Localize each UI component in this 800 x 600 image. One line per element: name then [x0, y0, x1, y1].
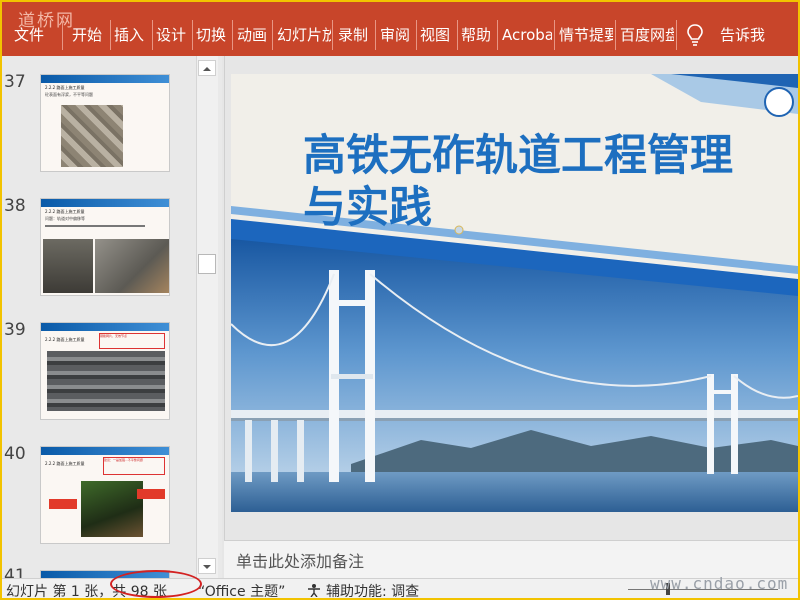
thumbnail-heading: 2.2.2 路面上施工质量 — [45, 337, 85, 342]
tab-separator — [152, 20, 153, 50]
tab-file[interactable]: 文件 — [14, 22, 50, 48]
notes-pane[interactable]: 单击此处添加备注 — [224, 540, 798, 578]
lightbulb-icon[interactable] — [686, 24, 704, 46]
thumbnail-photo — [43, 239, 93, 293]
tab-separator — [676, 20, 677, 50]
tab-separator — [457, 20, 458, 50]
tab-separator — [554, 20, 555, 50]
slide-thumbnail-39[interactable]: 2.2.2 路面上施工质量 钢筋网片，无效节点 — [40, 322, 170, 420]
thumbnail-photo — [47, 351, 165, 411]
tab-slideshow[interactable]: 幻灯片放 — [277, 22, 331, 48]
slide-thumbnails-pane: 37 2.2.2 路面上施工质量 砼表面有浮浆，不平等问题 38 2.2.2 路… — [2, 56, 222, 590]
slide-thumbnail-40[interactable]: 2.2.2 路面上施工质量 建议：一是加强...不平整问题 — [40, 446, 170, 544]
thumbnail-scrollbar[interactable] — [196, 56, 218, 578]
tab-acrobat[interactable]: Acrobat — [502, 22, 552, 48]
tab-separator — [615, 20, 616, 50]
tab-storyboard[interactable]: 情节提要 — [559, 22, 613, 48]
accessibility-icon[interactable] — [306, 583, 322, 597]
tab-record[interactable]: 录制 — [338, 22, 372, 48]
thumbnail-header-bar — [41, 75, 169, 83]
thumbnail-heading: 2.2.2 路面上施工质量 — [45, 209, 85, 214]
thumbnail-header-bar — [41, 323, 169, 331]
thumbnail-number: 37 — [4, 72, 26, 92]
tab-review[interactable]: 审阅 — [380, 22, 414, 48]
tab-design[interactable]: 设计 — [156, 22, 192, 48]
tab-separator — [497, 20, 498, 50]
current-slide[interactable]: 高铁无砟轨道工程管理 与实践 — [231, 74, 798, 512]
tab-separator — [62, 20, 63, 50]
thumbnail-number: 39 — [4, 320, 26, 340]
thumbnail-header-bar — [41, 447, 169, 455]
tab-animations[interactable]: 动画 — [237, 22, 271, 48]
accessibility-status[interactable]: 辅助功能: 调查 — [326, 581, 419, 598]
tab-baidu-netdisk[interactable]: 百度网盘 — [620, 22, 674, 48]
tab-separator — [332, 20, 333, 50]
thumbnail-photo — [81, 481, 143, 537]
thumbnail-callout: 建议：一是加强...不平整问题 — [103, 457, 165, 475]
chevron-down-icon — [203, 565, 211, 569]
tab-separator — [232, 20, 233, 50]
tab-insert[interactable]: 插入 — [114, 22, 150, 48]
thumbnail-label-box — [137, 489, 165, 499]
slide-title-line-2: 与实践 — [303, 183, 432, 233]
tell-me-search[interactable]: 告诉我 — [720, 22, 780, 48]
scroll-down-button[interactable] — [198, 558, 216, 574]
tab-view[interactable]: 视图 — [420, 22, 454, 48]
thumbnail-text-line — [45, 225, 145, 227]
tab-separator — [272, 20, 273, 50]
chevron-up-icon — [203, 67, 211, 71]
slide-title[interactable]: 高铁无砟轨道工程管理 与实践 — [303, 130, 733, 234]
thumbnail-photo — [61, 105, 123, 167]
notes-placeholder: 单击此处添加备注 — [236, 552, 365, 571]
thumbnail-heading: 2.2.2 路面上施工质量 — [45, 85, 85, 90]
slide-thumbnail-37[interactable]: 2.2.2 路面上施工质量 砼表面有浮浆，不平等问题 — [40, 74, 170, 172]
thumbnail-header-bar — [41, 199, 169, 207]
scroll-up-button[interactable] — [198, 60, 216, 76]
thumbnail-photo — [95, 239, 169, 293]
tab-separator — [192, 20, 193, 50]
watermark-url: www.cndao.com — [650, 574, 789, 593]
tab-help[interactable]: 帮助 — [461, 22, 495, 48]
theme-name: “Office 主题” — [198, 584, 286, 600]
highlight-circle — [110, 570, 202, 598]
thumbnail-number: 40 — [4, 444, 26, 464]
thumbnail-callout: 钢筋网片，无效节点 — [99, 333, 165, 349]
slide-title-line-1: 高铁无砟轨道工程管理 — [303, 131, 733, 181]
ribbon-tab-bar: 道桥网 文件 开始 插入 设计 切换 动画 幻灯片放 录制 审阅 视图 帮助 A… — [2, 2, 798, 56]
tab-separator — [110, 20, 111, 50]
tab-home[interactable]: 开始 — [72, 22, 108, 48]
thumbnail-label-box — [49, 499, 77, 509]
thumbnail-caption: 砼表面有浮浆，不平等问题 — [45, 92, 93, 97]
tab-separator — [416, 20, 417, 50]
scrollbar-thumb[interactable] — [198, 254, 216, 274]
thumbnail-caption: 问题：轨道对中偏移等 — [45, 216, 85, 221]
tab-separator — [375, 20, 376, 50]
powerpoint-window: 道桥网 文件 开始 插入 设计 切换 动画 幻灯片放 录制 审阅 视图 帮助 A… — [0, 0, 800, 600]
thumbnail-number: 38 — [4, 196, 26, 216]
slide-thumbnail-38[interactable]: 2.2.2 路面上施工质量 问题：轨道对中偏移等 — [40, 198, 170, 296]
tab-transitions[interactable]: 切换 — [196, 22, 232, 48]
thumbnail-heading: 2.2.2 路面上施工质量 — [45, 461, 85, 466]
